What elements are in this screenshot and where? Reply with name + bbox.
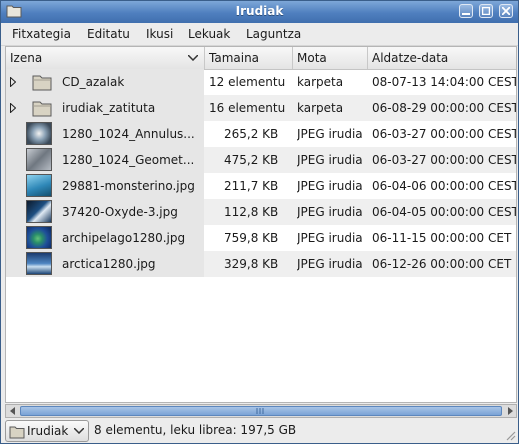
file-size: 12 elementu — [209, 75, 286, 89]
minimize-icon — [462, 13, 470, 15]
file-date: 06-11-15 00:00:00 CET — [372, 231, 512, 245]
file-size: 112,8 KB — [224, 205, 279, 219]
file-date: 06-08-29 00:00:00 CEST — [372, 101, 517, 115]
column-size-header[interactable]: Tamaina — [205, 47, 293, 69]
column-type-label: Mota — [297, 51, 327, 65]
column-name-header[interactable]: Izena — [6, 47, 205, 69]
close-button[interactable] — [499, 4, 513, 18]
file-type: karpeta — [297, 101, 344, 115]
column-date-header[interactable]: Aldatze-data — [368, 47, 516, 69]
table-row[interactable]: arctica1280.jpg 329,8 KB JPEG irudia 06-… — [6, 251, 516, 277]
folder-icon — [9, 426, 25, 439]
table-row[interactable]: 1280_1024_Annulus... 265,2 KB JPEG irudi… — [6, 121, 516, 147]
file-size: 211,7 KB — [224, 179, 279, 193]
image-thumbnail-icon — [26, 226, 52, 249]
column-size-label: Tamaina — [209, 51, 260, 65]
file-size: 329,8 KB — [224, 257, 279, 271]
table-row[interactable]: archipelago1280.jpg 759,8 KB JPEG irudia… — [6, 225, 516, 251]
window-title: Irudiak — [235, 4, 284, 18]
file-size: 265,2 KB — [224, 127, 279, 141]
file-type: JPEG irudia — [297, 127, 363, 141]
minimize-button[interactable] — [459, 4, 473, 18]
file-size: 16 elementu — [209, 101, 286, 115]
scrollbar-thumb[interactable] — [20, 406, 502, 416]
image-thumbnail-icon — [26, 252, 52, 275]
image-thumbnail-icon — [26, 200, 52, 223]
column-header: Izena Tamaina Mota Aldatze-data — [6, 47, 516, 70]
menu-help[interactable]: Laguntza — [246, 27, 301, 41]
file-date: 06-12-26 00:00:00 CET — [372, 257, 512, 271]
file-name: 29881-monsterino.jpg — [62, 179, 195, 193]
file-name: 1280_1024_Annulus... — [62, 127, 195, 141]
file-type: karpeta — [297, 75, 344, 89]
status-text: 8 elementu, leku librea: 197,5 GB — [94, 423, 297, 437]
expand-arrow-icon[interactable] — [10, 103, 16, 113]
file-name: 1280_1024_Geomet... — [62, 153, 195, 167]
menu-places[interactable]: Lekuak — [188, 27, 230, 41]
chevron-down-icon — [74, 428, 84, 434]
file-list[interactable]: Izena Tamaina Mota Aldatze-data CD_azala… — [5, 46, 517, 403]
horizontal-scrollbar[interactable] — [5, 404, 517, 418]
file-name: 37420-Oxyde-3.jpg — [62, 205, 178, 219]
location-dropdown[interactable]: Irudiak — [5, 420, 89, 442]
maximize-button[interactable] — [479, 4, 493, 18]
file-size: 475,2 KB — [224, 153, 279, 167]
close-icon — [502, 7, 510, 15]
file-name: arctica1280.jpg — [62, 257, 156, 271]
file-date: 06-04-06 00:00:00 CEST — [372, 179, 517, 193]
title-bar[interactable]: Irudiak — [1, 1, 518, 23]
status-bar: Irudiak 8 elementu, leku librea: 197,5 G… — [1, 419, 518, 443]
file-name: archipelago1280.jpg — [62, 231, 186, 245]
table-row[interactable]: CD_azalak 12 elementu karpeta 08-07-13 1… — [6, 69, 516, 95]
file-type: JPEG irudia — [297, 153, 363, 167]
file-type: JPEG irudia — [297, 231, 363, 245]
column-date-label: Aldatze-data — [372, 51, 449, 65]
file-type: JPEG irudia — [297, 205, 363, 219]
image-thumbnail-icon — [26, 122, 52, 145]
sort-descending-icon — [188, 55, 198, 61]
file-date: 06-04-05 00:00:00 CEST — [372, 205, 517, 219]
file-type: JPEG irudia — [297, 257, 363, 271]
folder-icon — [32, 75, 52, 91]
menu-edit[interactable]: Editatu — [87, 27, 130, 41]
table-row[interactable]: 1280_1024_Geomet... 475,2 KB JPEG irudia… — [6, 147, 516, 173]
table-row[interactable]: 37420-Oxyde-3.jpg 112,8 KB JPEG irudia 0… — [6, 199, 516, 225]
folder-icon — [32, 101, 52, 117]
column-name-label: Izena — [10, 51, 43, 65]
maximize-icon — [482, 7, 490, 15]
image-thumbnail-icon — [26, 174, 52, 197]
location-label: Irudiak — [27, 424, 69, 438]
file-date: 06-03-27 00:00:00 CEST — [372, 153, 517, 167]
table-row[interactable]: 29881-monsterino.jpg 211,7 KB JPEG irudi… — [6, 173, 516, 199]
file-manager-window: Irudiak Fitxategia Editatu Ikusi Lekuak … — [0, 0, 519, 444]
image-thumbnail-icon — [26, 148, 52, 171]
table-row[interactable]: irudiak_zatituta 16 elementu karpeta 06-… — [6, 95, 516, 121]
file-name: CD_azalak — [62, 75, 125, 89]
grip-icon — [256, 408, 264, 414]
resize-grip-icon[interactable] — [504, 429, 516, 441]
file-name: irudiak_zatituta — [62, 101, 156, 115]
scroll-right-icon[interactable] — [504, 406, 516, 416]
expand-arrow-icon[interactable] — [10, 77, 16, 87]
menu-bar: Fitxategia Editatu Ikusi Lekuak Laguntza — [1, 23, 518, 46]
file-date: 06-03-27 00:00:00 CEST — [372, 127, 517, 141]
menu-file[interactable]: Fitxategia — [12, 27, 71, 41]
file-date: 08-07-13 14:04:00 CEST — [372, 75, 517, 89]
file-size: 759,8 KB — [224, 231, 279, 245]
scroll-left-icon[interactable] — [7, 406, 19, 416]
menu-view[interactable]: Ikusi — [146, 27, 173, 41]
column-type-header[interactable]: Mota — [293, 47, 368, 69]
file-type: JPEG irudia — [297, 179, 363, 193]
